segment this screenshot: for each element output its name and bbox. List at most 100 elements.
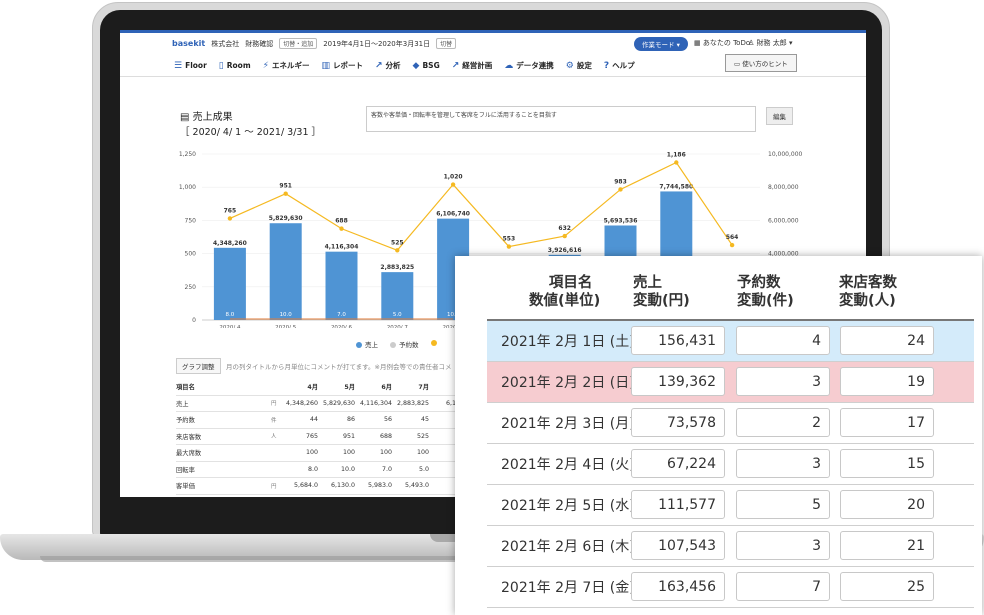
row-date: 2021年 2月 4日 (火) — [501, 457, 635, 473]
line-label: 765 — [224, 207, 237, 214]
header-line1: 項目名 — [548, 275, 593, 291]
visitors-input[interactable]: 17 — [840, 408, 934, 437]
bar-label: 3,926,616 — [548, 247, 582, 254]
detail-row: 2021年 2月 6日 (木) 107,543 3 21 — [487, 526, 974, 567]
app-logo[interactable]: basekit — [172, 39, 205, 48]
line-point[interactable] — [674, 160, 679, 165]
header-line2: 数値(単位) — [529, 293, 601, 309]
reservations-input[interactable]: 2 — [736, 408, 830, 437]
line-point[interactable] — [729, 242, 735, 248]
reservations-input[interactable]: 3 — [736, 367, 830, 396]
line-point[interactable] — [339, 226, 344, 231]
nav-item-5[interactable]: ◆ BSG — [413, 60, 440, 71]
sales-input[interactable]: 111,577 — [631, 490, 725, 519]
row-unit — [271, 461, 281, 478]
goal-comment-box[interactable]: 客数や客単価・回転率を管理して客席をフルに活用することを目指す — [366, 106, 756, 132]
cell-value: 86 — [318, 411, 355, 429]
nav-item-2[interactable]: ⚡ エネルギー — [263, 60, 310, 71]
bar-label: 2,883,825 — [380, 264, 414, 271]
user-menu[interactable]: ♙ 財務 太郎 ▾ — [748, 38, 792, 48]
visitors-input[interactable]: 21 — [840, 531, 934, 560]
cell-value: 4,116,304 — [355, 395, 392, 412]
visitors-input[interactable]: 19 — [840, 367, 934, 396]
line-point[interactable] — [618, 187, 623, 192]
bar[interactable] — [213, 247, 246, 320]
nav-item-8[interactable]: ⚙ 設定 — [566, 60, 592, 71]
line-point[interactable] — [506, 244, 512, 249]
nav-item-9[interactable]: ? ヘルプ — [604, 60, 635, 71]
nav-item-6[interactable]: ↗ 経営計画 — [452, 60, 493, 71]
door-icon: ▯ — [218, 60, 224, 71]
work-mode-dropdown[interactable]: 作業モード ▾ — [634, 37, 688, 51]
line-point[interactable] — [283, 191, 288, 196]
legend-item[interactable]: 予約数 — [390, 339, 419, 349]
visitors-input[interactable]: 15 — [840, 449, 934, 478]
todo-link[interactable]: ▦ あなたの ToDo — [694, 38, 750, 48]
nav-item-1[interactable]: ▯ Room — [219, 60, 251, 71]
analysis-icon: ↗ — [374, 60, 383, 71]
reservations-input[interactable]: 7 — [736, 572, 830, 601]
sales-input[interactable]: 67,224 — [631, 449, 725, 478]
visitors-input[interactable]: 25 — [840, 572, 934, 601]
reservations-input[interactable]: 4 — [736, 326, 830, 355]
visitors-input[interactable]: 24 — [840, 326, 934, 355]
list-icon: ☰ — [174, 60, 183, 71]
line-point[interactable] — [562, 233, 567, 239]
legend-item[interactable] — [430, 339, 440, 349]
line-label: 553 — [503, 236, 516, 243]
reservations-input[interactable]: 5 — [736, 490, 830, 519]
legend-item[interactable]: 売上 — [356, 339, 378, 349]
row-unit: 件 — [271, 411, 281, 429]
cell-value: 525 — [392, 428, 429, 445]
company-switch-button[interactable]: 切替・追加 — [279, 38, 318, 49]
period-text: 2019年4月1日～2020年3月31日 — [323, 39, 431, 48]
row-label: 来店客数 — [176, 428, 271, 445]
row-label: 回転率 — [176, 461, 271, 478]
visitors-input[interactable]: 20 — [840, 490, 934, 519]
right-tick-label: 10,000,000 — [768, 151, 803, 158]
section-title: ▤ 売上成果 — [180, 108, 233, 123]
line-point[interactable] — [395, 248, 400, 253]
row-date: 2021年 2月 2日 (日) — [501, 375, 635, 391]
cell-value: 56 — [355, 411, 392, 429]
data-link-icon: ☁ — [504, 60, 514, 71]
graph-adjust-button[interactable]: グラフ調整 — [176, 358, 221, 374]
sales-input[interactable]: 163,456 — [631, 572, 725, 601]
bar[interactable] — [269, 223, 302, 320]
cell-value: 100 — [318, 444, 355, 462]
table-row: 来店客数人7659516885251, — [176, 428, 466, 445]
nav-item-3[interactable]: ▥ レポート — [321, 60, 363, 71]
sales-input[interactable]: 73,578 — [631, 408, 725, 437]
line-point[interactable] — [450, 182, 456, 187]
row-date: 2021年 2月 1日 (土) — [501, 334, 635, 350]
bar[interactable] — [325, 251, 358, 320]
calendar-icon: ▦ — [694, 39, 701, 47]
row-date: 2021年 2月 3日 (月) — [501, 416, 635, 432]
row-date: 2021年 2月 7日 (金) — [501, 580, 635, 596]
sales-input[interactable]: 156,431 — [631, 326, 725, 355]
nav-label: ヘルプ — [612, 61, 635, 70]
edit-button[interactable]: 編集 — [766, 107, 793, 125]
line-label: 564 — [726, 234, 739, 241]
reservations-input[interactable]: 3 — [736, 531, 830, 560]
sales-input[interactable]: 139,362 — [631, 367, 725, 396]
sales-input[interactable]: 107,543 — [631, 531, 725, 560]
hint-button[interactable]: ▭ 使い方のヒント — [725, 54, 797, 72]
bar-label: 4,116,304 — [325, 244, 359, 251]
cell-value: 8.0 — [281, 461, 318, 478]
bar-label: 4,348,260 — [213, 240, 247, 247]
line-point[interactable] — [227, 216, 233, 221]
hint-button-label: 使い方のヒント — [742, 60, 788, 68]
period-switch-button[interactable]: 切替 — [436, 38, 457, 49]
nav-item-7[interactable]: ☁ データ連携 — [504, 60, 554, 71]
left-tick-label: 500 — [185, 251, 197, 258]
plan-icon: ↗ — [451, 60, 460, 71]
nav-label: データ連携 — [516, 61, 554, 70]
nav-item-4[interactable]: ↗ 分析 — [375, 60, 401, 71]
reservations-input[interactable]: 3 — [736, 449, 830, 478]
bar-label: 6,106,740 — [436, 211, 470, 218]
cell-value: 6,130.0 — [318, 477, 355, 495]
nav-item-0[interactable]: ☰ Floor — [174, 60, 207, 71]
nav-label: Room — [226, 61, 251, 70]
line-label: 1,186 — [667, 151, 686, 158]
